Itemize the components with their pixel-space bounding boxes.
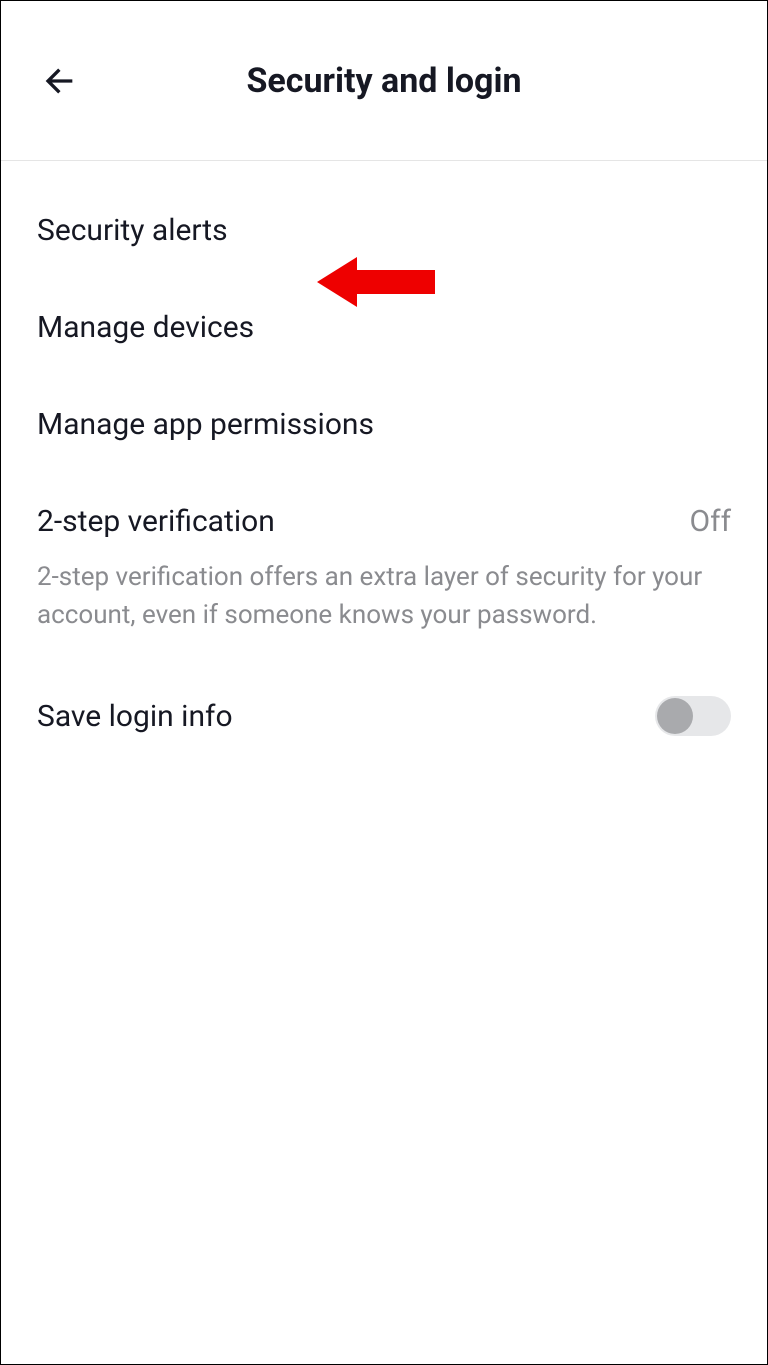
manage-permissions-row[interactable]: Manage app permissions <box>37 355 731 452</box>
page-header: Security and login <box>1 1 767 161</box>
save-login-info-toggle[interactable] <box>655 696 731 736</box>
manage-permissions-label: Manage app permissions <box>37 407 374 442</box>
page-title: Security and login <box>37 61 731 101</box>
toggle-knob <box>657 698 693 734</box>
back-button[interactable] <box>37 59 81 103</box>
settings-list: Security alerts Manage devices Manage ap… <box>1 161 767 746</box>
manage-devices-row[interactable]: Manage devices <box>37 258 731 355</box>
save-login-info-label: Save login info <box>37 699 233 734</box>
two-step-verification-description: 2-step verification offers an extra laye… <box>37 549 731 644</box>
security-alerts-row[interactable]: Security alerts <box>37 161 731 258</box>
save-login-info-row[interactable]: Save login info <box>37 644 731 746</box>
annotation-arrow-icon <box>317 252 437 316</box>
two-step-verification-label: 2-step verification <box>37 504 275 539</box>
two-step-verification-value: Off <box>690 504 732 539</box>
two-step-verification-row[interactable]: 2-step verification Off <box>37 452 731 549</box>
arrow-left-icon <box>39 61 79 101</box>
manage-devices-label: Manage devices <box>37 310 254 345</box>
security-alerts-label: Security alerts <box>37 213 228 248</box>
